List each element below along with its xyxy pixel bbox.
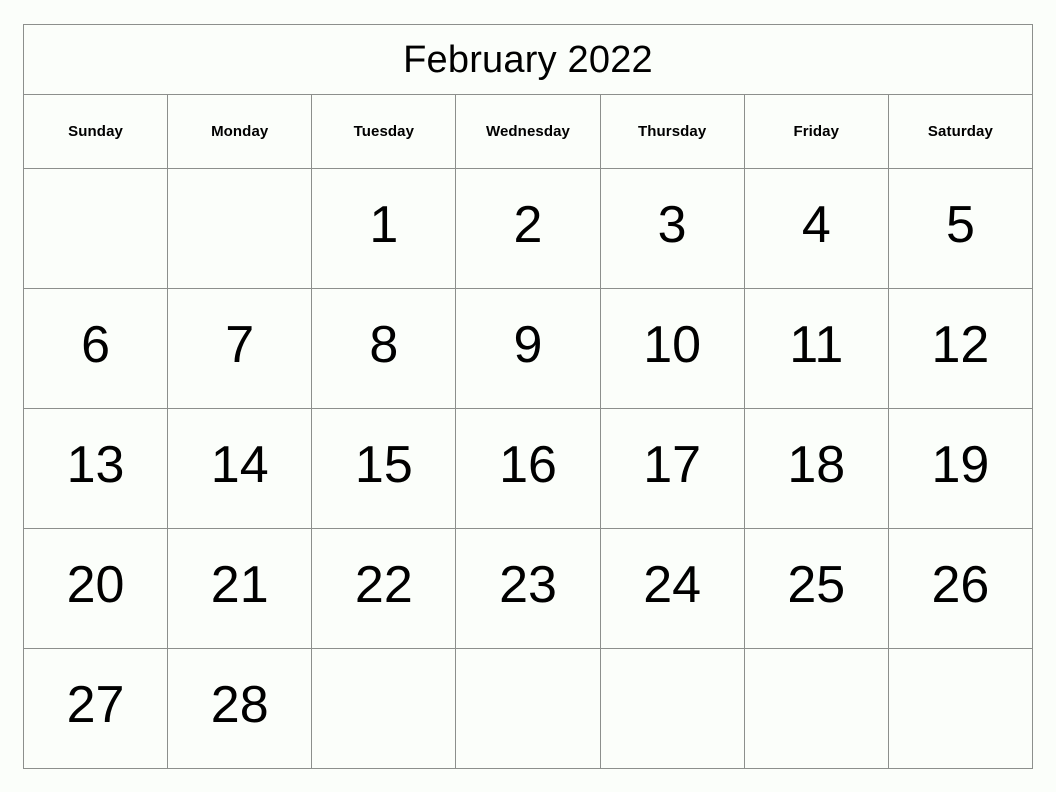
calendar-day-cell[interactable]: 12 <box>887 288 1034 409</box>
calendar-day-cell[interactable]: 14 <box>167 408 313 529</box>
date-number: 5 <box>945 195 975 254</box>
date-number: 16 <box>499 435 557 494</box>
calendar-day-cell[interactable]: 23 <box>455 528 601 649</box>
calendar-week-row: 1 2 3 4 5 <box>22 168 1034 289</box>
date-number: 4 <box>801 195 831 254</box>
date-number: 25 <box>787 555 846 614</box>
date-number: 8 <box>369 315 399 374</box>
date-number: 18 <box>787 435 846 494</box>
calendar-day-cell[interactable]: 17 <box>599 408 745 529</box>
date-number: 10 <box>643 315 702 374</box>
date-number: 9 <box>513 315 543 374</box>
calendar-day-cell[interactable]: 2 <box>455 168 601 289</box>
date-number: 27 <box>66 675 125 734</box>
calendar-day-cell[interactable] <box>311 648 457 769</box>
date-number: 1 <box>369 195 399 254</box>
date-number: 13 <box>66 435 125 494</box>
calendar-week-row: 6 7 8 9 10 11 12 <box>22 288 1034 409</box>
calendar-day-cell[interactable]: 4 <box>743 168 889 289</box>
date-number: 11 <box>789 315 844 374</box>
date-number: 17 <box>643 435 702 494</box>
calendar-table: February 2022 Sunday Monday Tuesday Wedn… <box>22 24 1034 769</box>
calendar-page: February 2022 Sunday Monday Tuesday Wedn… <box>0 0 1056 792</box>
calendar-day-cell[interactable]: 21 <box>167 528 313 649</box>
date-number: 14 <box>210 435 269 494</box>
calendar-day-cell[interactable]: 20 <box>22 528 169 649</box>
calendar-day-cell[interactable] <box>887 648 1034 769</box>
calendar-day-cell[interactable]: 24 <box>599 528 745 649</box>
date-number: 21 <box>210 555 269 614</box>
calendar-day-cell[interactable] <box>599 648 745 769</box>
date-number: 26 <box>931 555 990 614</box>
date-number: 22 <box>354 555 413 614</box>
calendar-day-cell[interactable]: 9 <box>455 288 601 409</box>
weekday-header-tuesday: Tuesday <box>311 94 457 169</box>
calendar-day-cell[interactable]: 28 <box>167 648 313 769</box>
weekday-header-monday: Monday <box>167 94 313 169</box>
calendar-day-cell[interactable]: 3 <box>599 168 745 289</box>
calendar-week-row: 13 14 15 16 17 18 19 <box>22 408 1034 529</box>
calendar-day-cell[interactable]: 19 <box>887 408 1034 529</box>
calendar-day-cell[interactable] <box>743 648 889 769</box>
calendar-day-cell[interactable] <box>455 648 601 769</box>
calendar-day-cell[interactable]: 11 <box>743 288 889 409</box>
calendar-title-row: February 2022 <box>23 24 1033 95</box>
date-number: 23 <box>499 555 557 614</box>
calendar-day-cell[interactable]: 18 <box>743 408 889 529</box>
date-number: 15 <box>354 435 413 494</box>
date-number: 3 <box>657 195 687 254</box>
calendar-day-cell[interactable]: 22 <box>311 528 457 649</box>
date-number: 24 <box>643 555 702 614</box>
calendar-day-cell[interactable]: 16 <box>455 408 601 529</box>
date-number: 19 <box>931 435 990 494</box>
date-number: 6 <box>81 315 111 374</box>
calendar-day-cell[interactable] <box>22 168 169 289</box>
calendar-day-cell[interactable]: 13 <box>22 408 169 529</box>
weekday-header-sunday: Sunday <box>22 94 169 169</box>
weekday-header-friday: Friday <box>743 94 889 169</box>
date-number: 28 <box>210 675 269 734</box>
calendar-day-cell[interactable]: 27 <box>22 648 169 769</box>
calendar-day-cell[interactable]: 26 <box>887 528 1034 649</box>
calendar-week-row: 27 28 <box>22 648 1034 769</box>
date-number: 12 <box>931 315 990 374</box>
weekday-header-wednesday: Wednesday <box>455 94 601 169</box>
weekday-header-row: Sunday Monday Tuesday Wednesday Thursday… <box>22 94 1034 169</box>
calendar-day-cell[interactable]: 7 <box>167 288 313 409</box>
calendar-day-cell[interactable] <box>167 168 313 289</box>
date-number: 7 <box>225 315 255 374</box>
date-number: 2 <box>513 195 543 254</box>
calendar-day-cell[interactable]: 5 <box>887 168 1034 289</box>
date-number: 20 <box>66 555 125 614</box>
calendar-title: February 2022 <box>23 24 1033 95</box>
calendar-day-cell[interactable]: 10 <box>599 288 745 409</box>
calendar-day-cell[interactable]: 15 <box>311 408 457 529</box>
calendar-day-cell[interactable]: 8 <box>311 288 457 409</box>
calendar-day-cell[interactable]: 1 <box>311 168 457 289</box>
calendar-day-cell[interactable]: 25 <box>743 528 889 649</box>
calendar-week-row: 20 21 22 23 24 25 26 <box>22 528 1034 649</box>
weekday-header-saturday: Saturday <box>887 94 1034 169</box>
weekday-header-thursday: Thursday <box>599 94 745 169</box>
calendar-day-cell[interactable]: 6 <box>22 288 169 409</box>
